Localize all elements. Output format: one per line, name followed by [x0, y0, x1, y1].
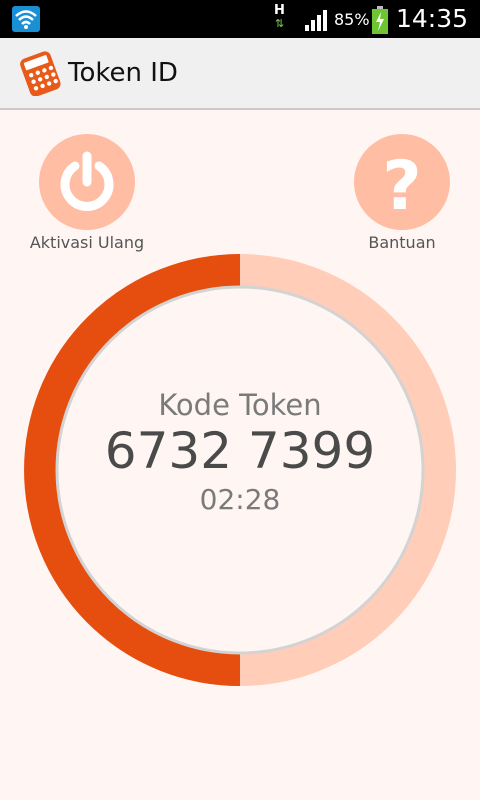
network-type-label: H — [274, 3, 285, 18]
calculator-app-icon — [20, 51, 61, 96]
token-code-value: 6732 7399 — [104, 422, 376, 480]
token-timer: 02:28 — [199, 483, 281, 516]
question-mark-icon: ? — [382, 147, 421, 226]
reactivate-button[interactable] — [39, 134, 135, 230]
token-code-label: Kode Token — [158, 388, 322, 422]
battery-percent: 85% — [334, 10, 370, 29]
status-clock: 14:35 — [396, 4, 469, 33]
signal-icon — [305, 10, 327, 31]
battery-charging-icon — [372, 6, 388, 34]
reactivate-label: Aktivasi Ulang — [29, 233, 145, 252]
power-icon — [60, 151, 114, 211]
wifi-icon — [12, 6, 40, 32]
app-title: Token ID — [68, 58, 178, 88]
data-transfer-icon: ⇅ — [275, 17, 285, 30]
help-button[interactable]: ? — [354, 134, 450, 230]
status-bar: H ⇅ 85% 14:35 — [0, 0, 480, 38]
help-label: Bantuan — [368, 233, 436, 252]
svg-text:?: ? — [382, 147, 421, 226]
action-bar: Token ID — [0, 38, 480, 110]
